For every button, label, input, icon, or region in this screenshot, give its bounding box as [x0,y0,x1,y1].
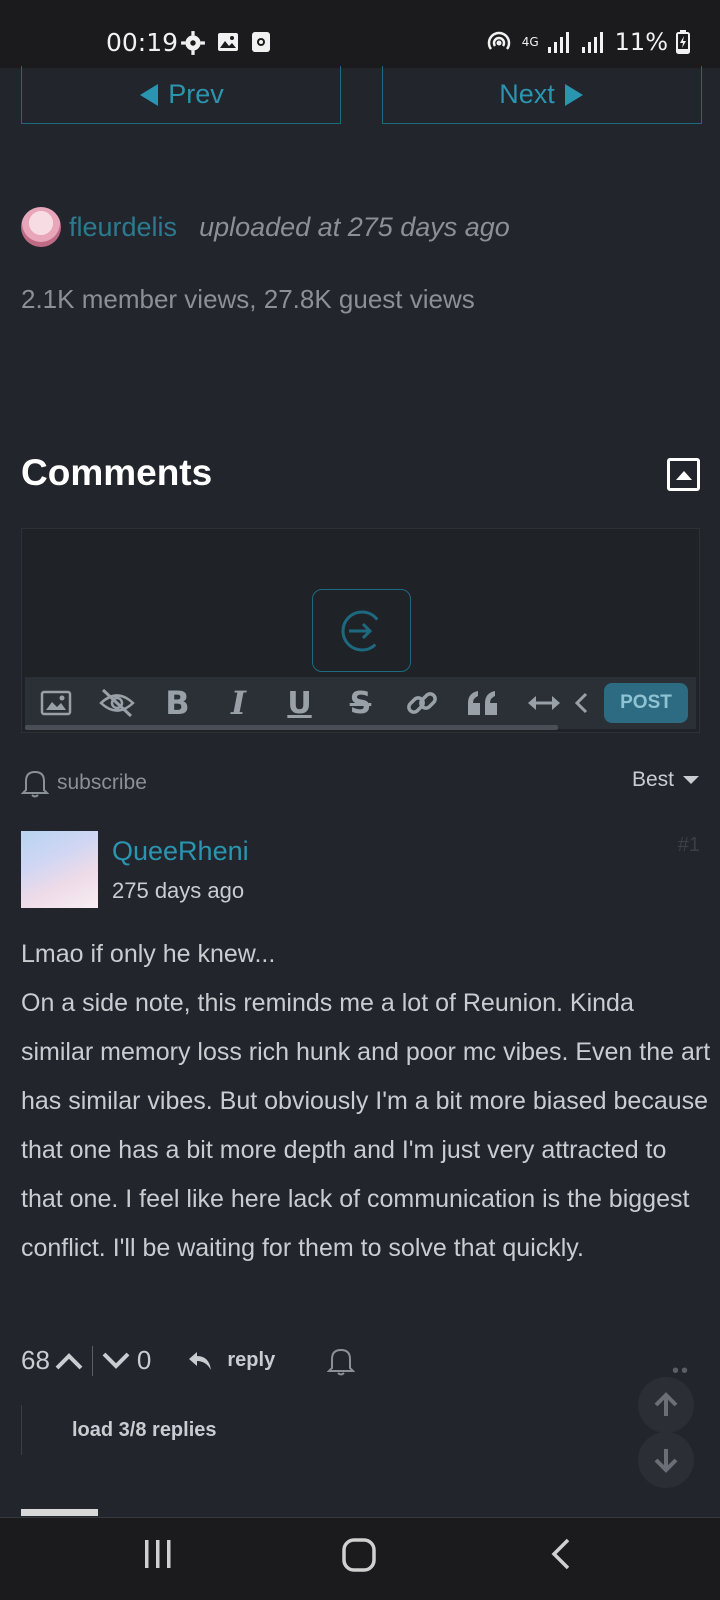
uploader-avatar[interactable] [21,207,61,247]
scroll-up-button[interactable] [638,1377,694,1433]
upvote-icon[interactable] [54,1351,84,1371]
subscribe-button[interactable]: subscribe [21,768,147,798]
settings-gear-icon [181,31,205,55]
underline-icon: U [287,685,312,721]
quote-button[interactable] [452,677,513,729]
code-button[interactable] [574,677,598,729]
underline-button[interactable]: U [269,677,330,729]
comment-time: 275 days ago [112,878,245,903]
eye-slash-icon [98,688,135,718]
status-time: 00:19 [106,28,179,57]
sort-dropdown[interactable]: Best [632,768,700,792]
login-button[interactable] [312,589,411,672]
commenter-username[interactable]: QueeRheni [112,836,249,867]
hotspot-icon [487,31,510,50]
triangle-right-icon [564,83,583,106]
commenter-avatar[interactable] [21,831,98,908]
insert-image-button[interactable] [25,677,86,729]
comment-actions: 68 0 reply [21,1345,356,1376]
caret-down-icon [683,776,699,784]
image-icon [40,690,71,716]
spoiler-button[interactable] [86,677,147,729]
bell-icon [21,770,49,798]
subscribe-label: subscribe [57,771,147,794]
signal-icon [547,32,569,53]
link-button[interactable] [391,677,452,729]
comments-title: Comments [21,452,213,493]
arrow-down-icon [654,1449,678,1473]
triangle-left-icon [140,83,159,106]
downvote-icon[interactable] [101,1351,131,1371]
next-label: Next [499,79,555,109]
battery-charging-icon [676,30,690,54]
screen-record-icon [252,32,270,52]
reply-arrow-icon [189,1351,212,1370]
collapse-comments-button[interactable] [667,458,700,491]
image-icon [218,33,238,51]
reply-button[interactable]: reply [187,1349,275,1372]
post-button[interactable]: POST [604,683,688,723]
uploaded-time: uploaded at 275 days ago [199,211,510,242]
upvote-count: 68 [21,1345,50,1375]
system-nav-bar [0,1517,720,1600]
view-counts: 2.1K member views, 27.8K guest views [21,284,475,314]
bell-icon[interactable] [327,1346,356,1376]
quote-icon [467,691,497,715]
reply-label: reply [227,1349,276,1371]
bold-button[interactable]: B [147,677,208,729]
vote-divider [91,1345,93,1376]
comment-line: On a side note, this reminds me a lot of… [21,989,711,1262]
strikethrough-button[interactable]: S [330,677,391,729]
login-arrow-icon [341,610,382,651]
caret-up-icon [675,470,692,480]
status-bar: 00:19 4G 11% [0,0,720,68]
arrows-horizontal-icon [527,696,560,710]
sort-label: Best [631,768,674,791]
uploader-info: fleurdelis uploaded at 275 days ago [21,207,510,247]
editor-toolbar: B I U S POST [25,677,696,729]
scroll-down-button[interactable] [638,1432,694,1488]
load-replies-button[interactable]: load 3/8 replies [21,1405,217,1455]
comment-line: Lmao if only he knew... [21,940,276,968]
next-comment-avatar [21,1509,98,1516]
comment-editor[interactable]: B I U S POST [21,528,700,733]
uploader-name-link[interactable]: fleurdelis [69,212,177,243]
next-button[interactable]: Next [382,66,702,124]
toolbar-scrollbar[interactable] [25,725,558,730]
downvote-count: 0 [136,1345,152,1375]
battery-percent: 11% [614,28,668,56]
link-icon [406,692,437,714]
italic-icon: I [231,684,246,722]
code-icon [574,692,588,714]
comment-body: Lmao if only he knew... On a side note, … [21,930,711,1273]
expand-button[interactable] [513,677,574,729]
comment-number[interactable]: #1 [678,834,700,857]
arrow-up-icon [654,1392,678,1416]
prev-button[interactable]: Prev [21,66,341,124]
home-icon[interactable] [342,1538,376,1572]
network-type: 4G [521,35,539,49]
recent-apps-icon[interactable] [142,1538,174,1570]
strikethrough-icon: S [349,685,372,721]
italic-button[interactable]: I [208,677,269,729]
back-icon[interactable] [550,1538,572,1570]
signal-icon [581,32,603,53]
bold-icon: B [165,684,190,722]
prev-label: Prev [168,79,224,109]
